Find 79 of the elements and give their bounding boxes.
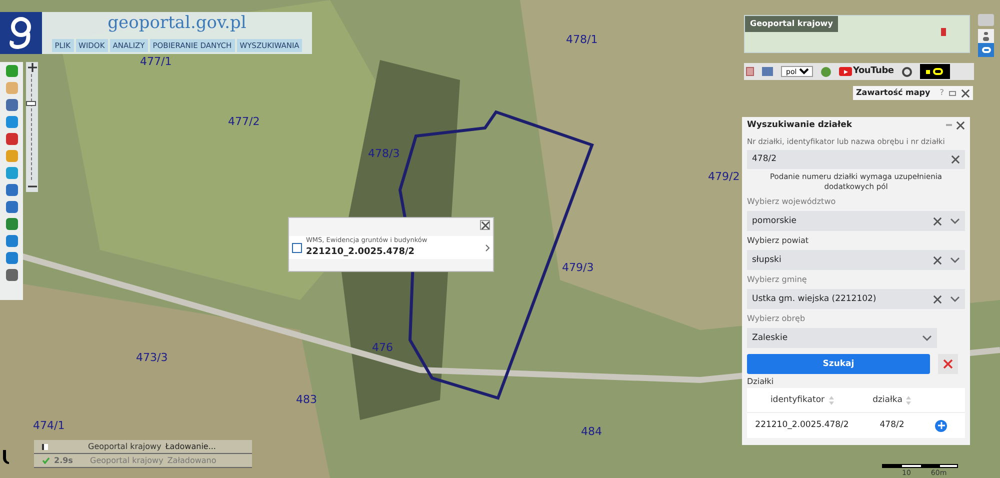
select-field[interactable]: Zaleskie — [747, 328, 937, 348]
add-icon[interactable] — [935, 420, 947, 432]
zoom-slider[interactable] — [26, 62, 38, 192]
parcel-label: 484 — [581, 424, 602, 440]
feature-id: 221210_2.0025.478/2 — [306, 246, 416, 259]
accessibility-icon[interactable] — [902, 66, 912, 76]
parcel-label: 477/2 — [228, 114, 260, 130]
tool-icon[interactable] — [6, 99, 18, 111]
clear-icon[interactable] — [933, 294, 942, 304]
check-icon — [42, 457, 50, 464]
close-icon[interactable] — [961, 88, 970, 98]
tool-icon[interactable] — [6, 201, 18, 213]
chevron-down-icon[interactable] — [922, 334, 932, 342]
close-icon[interactable] — [480, 220, 490, 230]
location-marker-icon — [941, 28, 946, 36]
status-source: Geoportal krajowy — [90, 454, 164, 466]
column-header[interactable]: działka — [872, 394, 902, 406]
overview-map[interactable]: Geoportal krajowy — [744, 15, 970, 53]
zoom-in-icon[interactable] — [28, 63, 36, 72]
field-label: Wybierz województwo — [747, 196, 837, 208]
eye-icon[interactable] — [983, 37, 989, 41]
close-icon[interactable] — [956, 120, 965, 130]
results-label: Działki — [747, 376, 775, 388]
field-label: Wybierz obręb — [747, 313, 806, 325]
panel-title: Zawartość mapy — [856, 87, 932, 99]
tool-icon[interactable] — [6, 252, 18, 264]
parcel-label: 477/1 — [140, 54, 172, 70]
field-label: Wybierz gminę — [747, 274, 808, 286]
map-contents-panel[interactable]: Zawartość mapy ? — [853, 86, 973, 100]
status-message: Ładowanie... — [165, 440, 216, 452]
field-label: Wybierz powiat — [747, 235, 810, 247]
tool-icon[interactable] — [6, 65, 18, 77]
select-field[interactable]: Ustka gm. wiejska (2212102) — [747, 289, 965, 309]
logo-icon[interactable] — [0, 12, 42, 54]
eye-large-icon[interactable] — [978, 43, 994, 57]
tool-icon[interactable] — [6, 218, 18, 230]
parcel-input-field[interactable]: 478/2 — [747, 150, 965, 169]
parcel-label: 483 — [296, 392, 317, 408]
phone-icon[interactable] — [3, 450, 9, 464]
chevron-right-icon — [485, 244, 490, 252]
overview-title: Geoportal krajowy — [745, 16, 838, 32]
column-header[interactable]: identyfikator — [770, 394, 825, 406]
select-field[interactable]: słupski — [747, 250, 965, 270]
youtube-logo[interactable]: YouTube — [839, 64, 894, 78]
parcel-label: 474/1 — [33, 418, 65, 434]
table-cell-text: 221210_2.0025.478/2 — [754, 419, 850, 432]
tool-icon[interactable] — [6, 116, 18, 128]
eye-small-icon[interactable] — [984, 32, 988, 35]
status-message: Załadowano — [167, 454, 216, 466]
info-icon — [292, 242, 302, 253]
status-source: Geoportal krajowy — [88, 440, 162, 452]
slider-thumb[interactable] — [26, 100, 36, 106]
table-cell-text: 478/2 — [878, 419, 906, 432]
help-icon[interactable] — [821, 66, 831, 76]
tool-icon[interactable] — [6, 167, 18, 179]
parcel-label: 476 — [372, 340, 393, 356]
search-button[interactable]: Szukaj — [747, 354, 930, 374]
cancel-icon[interactable] — [938, 354, 958, 374]
tool-icon[interactable] — [6, 269, 18, 281]
select-field[interactable]: pomorskie — [747, 211, 965, 231]
clear-icon[interactable] — [933, 216, 942, 226]
chevron-down-icon[interactable] — [950, 256, 960, 264]
load-time: 2.9s — [54, 454, 73, 466]
parcel-label: 479/3 — [562, 260, 594, 276]
chevron-down-icon[interactable] — [950, 296, 960, 302]
parcel-label: 478/1 — [566, 32, 598, 48]
restore-icon[interactable] — [949, 90, 956, 96]
parcel-label: 473/3 — [136, 350, 168, 366]
clear-icon[interactable] — [951, 155, 960, 164]
tool-icon[interactable] — [6, 235, 18, 247]
clear-icon[interactable] — [933, 256, 942, 264]
tool-icon[interactable] — [6, 184, 18, 196]
tool-icon[interactable] — [6, 133, 18, 145]
parcel-label: 479/2 — [708, 169, 740, 185]
parcel-label: 478/3 — [368, 146, 400, 162]
site-title: geoportal.gov.pl — [108, 13, 246, 33]
contrast-icon[interactable] — [920, 64, 950, 79]
panel-title: Wyszukiwanie działek — [747, 119, 854, 132]
chevron-down-icon[interactable] — [950, 218, 960, 224]
